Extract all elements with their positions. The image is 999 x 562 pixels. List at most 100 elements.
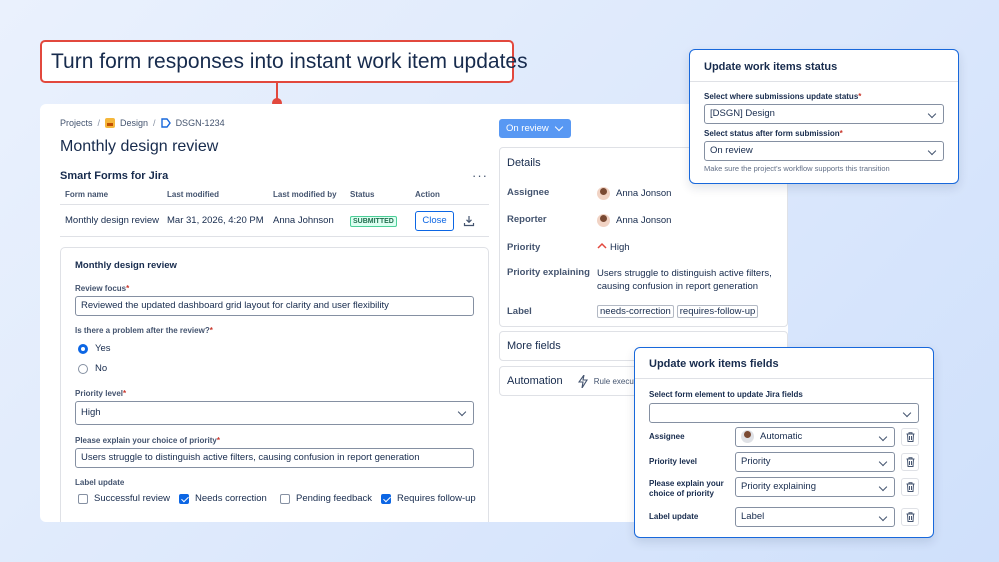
- priority-value[interactable]: High: [597, 242, 630, 253]
- label-row: Label needs-correction requires-follow-up: [507, 305, 761, 318]
- popup-title: Update work items status: [704, 61, 838, 73]
- avatar: [597, 187, 610, 200]
- modified-by-cell: Anna Johnson: [273, 215, 334, 226]
- breadcrumb-separator: /: [153, 118, 156, 128]
- column-header: Form name: [65, 190, 109, 199]
- breadcrumb-separator: /: [97, 118, 101, 128]
- delete-mapping-button[interactable]: [901, 453, 919, 471]
- label-field-select[interactable]: Label: [735, 507, 895, 527]
- rule-execution-text: Rule executi: [593, 377, 638, 386]
- mapping-label-priority: Priority level: [649, 457, 698, 466]
- download-icon[interactable]: [463, 215, 475, 227]
- delete-mapping-button[interactable]: [901, 428, 919, 446]
- breadcrumb: Projects / Design / DSGN-1234: [60, 118, 225, 128]
- review-focus-input[interactable]: Reviewed the updated dashboard grid layo…: [75, 296, 474, 316]
- forms-table: Form name Last modified Last modified by…: [60, 190, 489, 237]
- lightning-icon: [577, 374, 588, 388]
- mapping-label-explain: Please explain your choice of priority: [649, 479, 724, 498]
- delete-mapping-button[interactable]: [901, 478, 919, 496]
- update-fields-popup: Update work items fields Select form ele…: [634, 347, 934, 538]
- more-actions-icon[interactable]: ···: [472, 168, 488, 183]
- checkbox-successful-review[interactable]: Successful review: [78, 493, 179, 504]
- priority-field-select[interactable]: Priority: [735, 452, 895, 472]
- assignee-field-select[interactable]: Automatic: [735, 427, 895, 447]
- trash-icon: [906, 457, 914, 467]
- chevron-down-icon: [927, 109, 937, 119]
- breadcrumb-project[interactable]: Design: [120, 118, 148, 128]
- priority-high-icon: [597, 242, 607, 249]
- breadcrumb-projects[interactable]: Projects: [60, 118, 93, 128]
- where-label: Select where submissions update status*: [704, 92, 862, 101]
- column-header: Action: [415, 190, 440, 199]
- reporter-value[interactable]: Anna Jonson: [597, 214, 671, 227]
- table-row: Monthly design review Mar 31, 2026, 4:20…: [60, 205, 489, 237]
- priority-explaining-row: Priority explaining Users struggle to di…: [507, 267, 772, 293]
- form-title: Monthly design review: [75, 260, 177, 271]
- label-tag: requires-follow-up: [676, 305, 759, 318]
- checkbox-needs-correction[interactable]: Needs correction: [179, 493, 280, 504]
- trash-icon: [906, 432, 914, 442]
- label-checkboxes: Successful review Needs correction Pendi…: [78, 493, 476, 504]
- subtask-icon: [160, 118, 171, 128]
- assignee-value[interactable]: Anna Jonson: [597, 187, 671, 200]
- form-card: Monthly design review Review focus* Revi…: [60, 247, 489, 522]
- status-dropdown-button[interactable]: On review: [499, 119, 571, 138]
- status-select[interactable]: On review: [704, 141, 944, 161]
- trash-icon: [906, 482, 914, 492]
- checkbox-checked-icon: [381, 493, 391, 504]
- action-cell: Close: [415, 210, 489, 231]
- status-cell: SUBMITTED: [350, 215, 415, 227]
- column-header: Status: [350, 190, 375, 199]
- chevron-down-icon: [902, 408, 912, 418]
- delete-mapping-button[interactable]: [901, 508, 919, 526]
- after-status-label: Select status after form submission*: [704, 129, 843, 138]
- reporter-row: Reporter Anna Jonson: [507, 214, 672, 227]
- chevron-down-icon: [457, 407, 467, 417]
- priority-explaining-field-select[interactable]: Priority explaining: [735, 477, 895, 497]
- divider: [635, 378, 933, 379]
- trash-icon: [906, 512, 914, 522]
- close-button[interactable]: Close: [415, 210, 454, 231]
- smart-forms-title: Smart Forms for Jira: [60, 170, 169, 182]
- chevron-down-icon: [878, 512, 888, 522]
- review-focus-label: Review focus*: [75, 284, 130, 293]
- assignee-row: Assignee Anna Jonson: [507, 187, 672, 200]
- headline-callout: Turn form responses into instant work it…: [40, 40, 528, 83]
- radio-yes[interactable]: Yes: [78, 343, 111, 354]
- project-select[interactable]: [DSGN] Design: [704, 104, 944, 124]
- label-values[interactable]: needs-correction requires-follow-up: [597, 305, 761, 318]
- problem-question-label: Is there a problem after the review?*: [75, 326, 213, 335]
- priority-level-select[interactable]: High: [75, 401, 474, 425]
- radio-no[interactable]: No: [78, 363, 107, 374]
- last-modified-cell: Mar 31, 2026, 4:20 PM: [167, 215, 264, 226]
- checkbox-empty-icon: [78, 493, 88, 504]
- divider: [690, 81, 958, 82]
- priority-row: Priority High: [507, 242, 630, 253]
- select-element-label: Select form element to update Jira field…: [649, 390, 803, 399]
- checkbox-checked-icon: [179, 493, 189, 504]
- mapping-label-label-update: Label update: [649, 512, 699, 521]
- checkbox-empty-icon: [280, 493, 290, 504]
- radio-unselected-icon: [78, 363, 88, 374]
- user-icon: [741, 429, 754, 443]
- popup-title: Update work items fields: [649, 358, 779, 370]
- explain-priority-label: Please explain your choice of priority*: [75, 436, 220, 445]
- priority-level-label: Priority level*: [75, 389, 127, 398]
- explain-priority-input[interactable]: Users struggle to distinguish active fil…: [75, 448, 474, 468]
- chevron-down-icon: [878, 457, 888, 467]
- checkbox-pending-feedback[interactable]: Pending feedback: [280, 493, 381, 504]
- table-header: Form name Last modified Last modified by…: [60, 190, 489, 205]
- chevron-down-icon: [554, 122, 564, 132]
- checkbox-requires-follow-up[interactable]: Requires follow-up: [381, 493, 476, 504]
- form-element-select[interactable]: [649, 403, 919, 423]
- mapping-label-assignee: Assignee: [649, 432, 685, 441]
- avatar: [597, 214, 610, 227]
- chevron-down-icon: [878, 482, 888, 492]
- page-title: Monthly design review: [60, 138, 219, 155]
- label-update-label: Label update: [75, 478, 125, 487]
- column-header: Last modified by: [273, 190, 337, 199]
- project-icon: [105, 118, 116, 128]
- details-heading: Details: [507, 157, 541, 169]
- priority-explaining-value[interactable]: Users struggle to distinguish active fil…: [597, 267, 772, 293]
- breadcrumb-issue[interactable]: DSGN-1234: [176, 118, 225, 128]
